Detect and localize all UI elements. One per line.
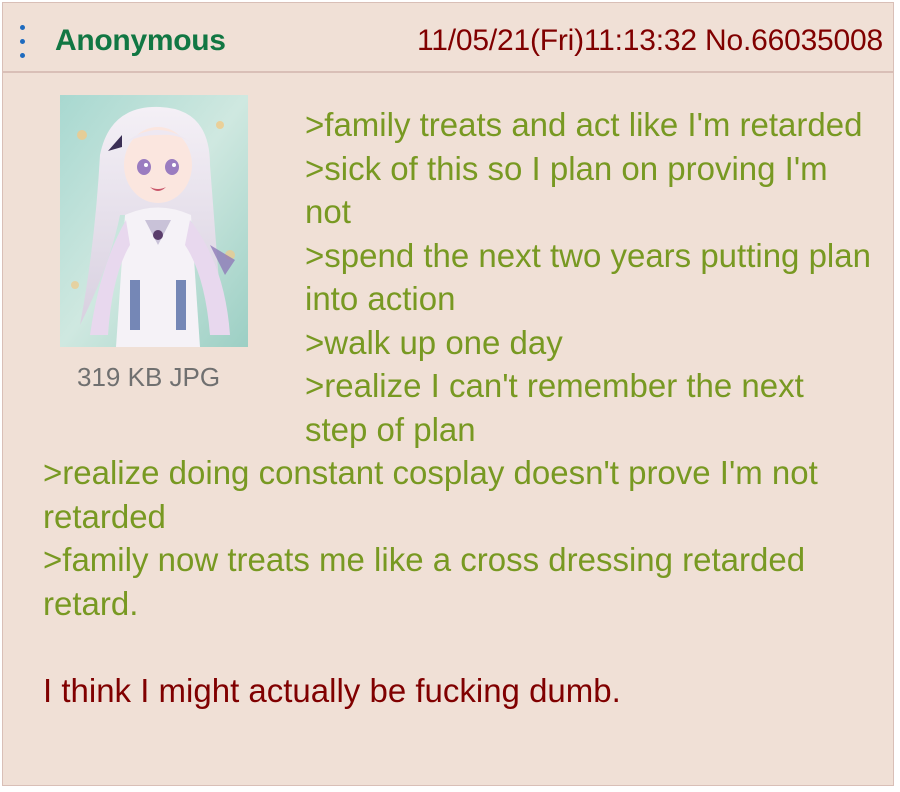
thumbnail-spacer: [43, 103, 305, 447]
post-number[interactable]: No.66035008: [705, 24, 883, 57]
closing-line: I think I might actually be fucking dumb…: [43, 671, 621, 709]
post-container: Anonymous 11/05/21(Fri)11:13:32 No.66035…: [2, 2, 894, 786]
greentext-line: >realize doing constant cosplay doesn't …: [43, 454, 818, 535]
poster-name: Anonymous: [55, 24, 226, 57]
post-body: >family treats and act like I'm retarded…: [43, 103, 873, 712]
vertical-dots-menu-icon[interactable]: [19, 25, 27, 59]
greentext-line: >family now treats me like a cross dress…: [43, 541, 806, 622]
post-meta: 11/05/21(Fri)11:13:32 No.66035008: [417, 23, 883, 59]
post-header: Anonymous 11/05/21(Fri)11:13:32 No.66035…: [3, 3, 893, 73]
post-datetime: 11/05/21(Fri)11:13:32: [417, 24, 697, 57]
